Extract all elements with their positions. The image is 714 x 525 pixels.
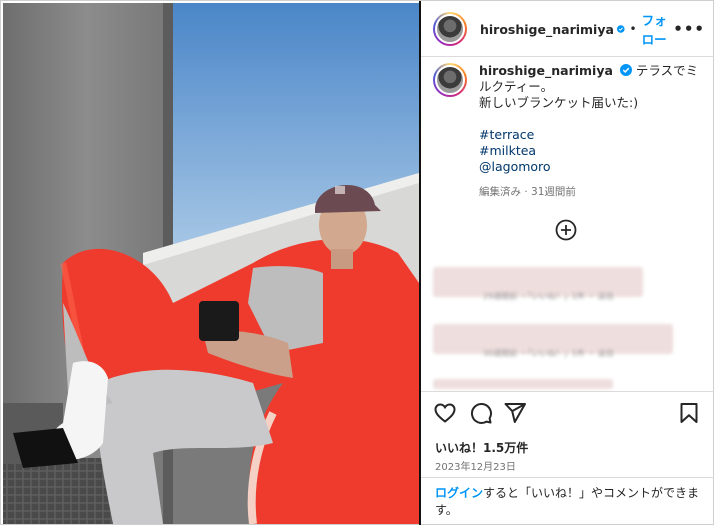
caption-meta: 編集済み · 31週間前 <box>479 186 576 198</box>
author-avatar[interactable] <box>433 12 467 46</box>
blurred-comment: 29週間前 ・「いいね！」1件 ・ 返信 <box>433 267 645 301</box>
hashtag-terrace[interactable]: #terrace <box>479 127 705 143</box>
blurred-comment-meta: 30週間前 ・「いいね！」1件 ・ 返信 <box>483 349 614 358</box>
actions-divider <box>421 391 714 392</box>
caption-body: hiroshige_narimiya テラスでミルクティー。 新しいブランケット… <box>479 63 705 200</box>
follow-button[interactable]: フォロー <box>642 10 674 48</box>
header-divider <box>421 56 714 57</box>
verified-badge-icon <box>616 25 625 33</box>
login-divider <box>421 477 714 478</box>
more-options-icon[interactable]: ••• <box>673 20 705 38</box>
caption-avatar[interactable] <box>433 63 467 97</box>
login-link[interactable]: ログイン <box>435 486 483 500</box>
blurred-comment: 30週間前 ・「いいね！」1件 ・ 返信 <box>433 324 673 358</box>
add-comment-icon[interactable] <box>555 219 577 241</box>
hashtag-milktea[interactable]: #milktea <box>479 143 705 159</box>
comment-icon[interactable] <box>469 401 493 425</box>
caption-username[interactable]: hiroshige_narimiya <box>479 63 613 78</box>
caption-line-2: 新しいブランケット届いた:) <box>479 95 639 110</box>
photo-illustration <box>3 3 419 524</box>
mention-lagomoro[interactable]: @lagomoro <box>479 159 705 175</box>
instagram-post-embed: hiroshige_narimiya • フォロー ••• hiroshige_… <box>0 0 714 525</box>
share-icon[interactable] <box>503 401 527 425</box>
verified-badge-icon <box>619 64 632 76</box>
action-bar <box>433 401 705 427</box>
caption: hiroshige_narimiya テラスでミルクティー。 新しいブランケット… <box>433 63 705 200</box>
login-prompt: ログインすると「いいね！」やコメントができます。 <box>435 485 705 519</box>
heart-icon[interactable] <box>433 401 457 425</box>
post-photo[interactable] <box>3 3 419 524</box>
author-username[interactable]: hiroshige_narimiya <box>480 22 614 37</box>
post-date: 2023年12月23日 <box>435 462 516 473</box>
separator-dot: • <box>629 22 637 36</box>
blurred-comment-meta: 29週間前 ・「いいね！」1件 ・ 返信 <box>483 292 614 301</box>
likes-count[interactable]: いいね！1.5万件 <box>435 439 528 456</box>
bookmark-icon[interactable] <box>677 401 701 425</box>
post-header: hiroshige_narimiya • フォロー ••• <box>433 11 705 47</box>
post-sidebar: hiroshige_narimiya • フォロー ••• hiroshige_… <box>421 1 714 525</box>
